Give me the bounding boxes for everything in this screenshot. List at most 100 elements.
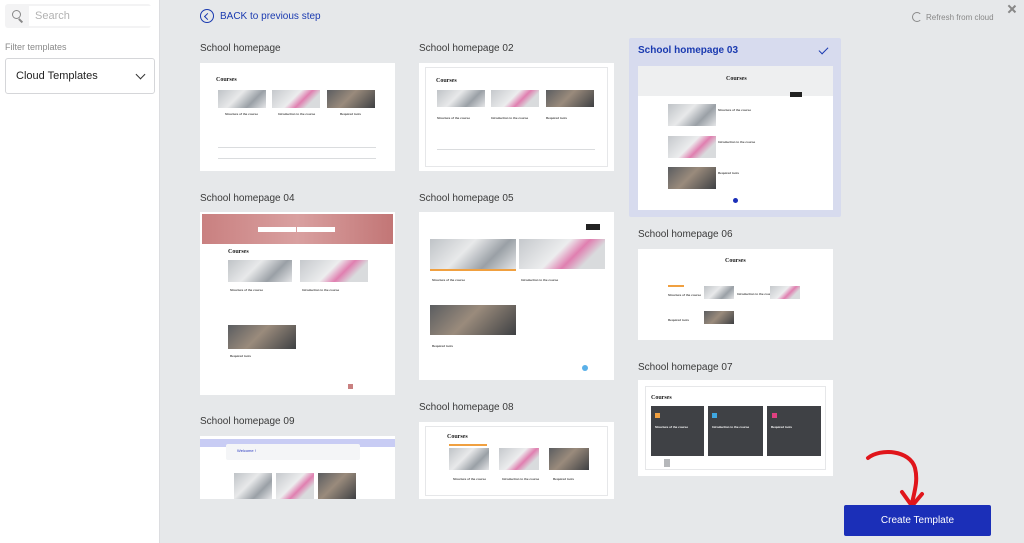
thumb-course-title: Structure of the course — [432, 278, 466, 282]
thumb-image — [549, 448, 589, 470]
thumb-course-title: Structure of the course — [225, 112, 259, 116]
thumb-image — [491, 90, 539, 107]
thumb-image — [318, 473, 356, 499]
thumb-course-title: Required tools — [668, 318, 690, 322]
template-thumbnail: Courses Structure of the course Introduc… — [638, 380, 833, 476]
template-gallery: BACK to previous step Refresh from cloud… — [160, 0, 1024, 543]
thumb-course-title: Required tools — [230, 354, 252, 358]
back-button[interactable]: BACK to previous step — [200, 9, 321, 23]
refresh-button[interactable]: Refresh from cloud — [912, 12, 994, 22]
create-template-button[interactable]: Create Template — [844, 505, 991, 536]
thumb-heading: Courses — [447, 434, 468, 440]
close-icon[interactable] — [1006, 4, 1018, 16]
thumb-course-title: Introduction to the course — [718, 140, 756, 144]
thumb-page-dot — [733, 198, 738, 203]
thumb-course-title: Introduction to the course — [278, 112, 316, 116]
thumb-badge — [655, 413, 660, 418]
thumb-page-btn — [348, 384, 353, 389]
thumb-image — [234, 473, 272, 499]
template-card-school-homepage-05[interactable]: School homepage 05 Structure of the cour… — [419, 193, 615, 380]
template-card-school-homepage-06[interactable]: School homepage 06 Courses Structure of … — [638, 229, 834, 340]
refresh-icon — [912, 12, 922, 22]
filter-label: Filter templates — [5, 42, 67, 52]
refresh-label: Refresh from cloud — [926, 12, 994, 22]
check-icon — [818, 44, 829, 55]
thumb-heading: Courses — [436, 78, 457, 84]
thumb-search-btn — [790, 92, 802, 97]
thumb-course-title: Required tools — [771, 425, 793, 429]
thumb-image — [437, 90, 485, 107]
search-icon — [10, 8, 26, 24]
thumb-page-btn — [664, 459, 670, 467]
thumb-badge — [712, 413, 717, 418]
thumb-accent-bar — [668, 285, 684, 287]
thumb-divider — [437, 149, 595, 150]
template-title: School homepage 02 — [419, 43, 514, 54]
back-label: BACK to previous step — [220, 10, 321, 22]
thumb-image — [519, 239, 605, 269]
thumb-image — [668, 104, 716, 126]
thumb-course-title: Introduction to the course — [302, 288, 340, 292]
template-source-select[interactable]: Cloud Templates — [5, 58, 155, 94]
chevron-down-icon — [135, 69, 146, 79]
template-card-school-homepage-07[interactable]: School homepage 07 Courses Structure of … — [638, 362, 834, 476]
thumb-course-title: Required tools — [546, 116, 568, 120]
thumb-image — [300, 260, 368, 282]
template-card-school-homepage-02[interactable]: School homepage 02 Courses Structure of … — [419, 43, 615, 171]
thumb-search-field — [297, 227, 335, 232]
thumb-image — [704, 286, 734, 299]
template-source-value: Cloud Templates — [16, 70, 98, 82]
template-title: School homepage 04 — [200, 193, 295, 204]
template-card-school-homepage-04[interactable]: School homepage 04 Courses Structure of … — [200, 193, 396, 395]
thumb-image — [276, 473, 314, 499]
template-title: School homepage 09 — [200, 416, 295, 427]
template-title: School homepage 08 — [419, 402, 514, 413]
thumb-course-title: Introduction to the course — [521, 278, 559, 282]
thumb-image — [770, 286, 800, 299]
template-thumbnail: Courses Structure of the course Introduc… — [638, 249, 833, 340]
thumb-divider — [218, 147, 376, 148]
template-card-school-homepage[interactable]: School homepage Courses Structure of the… — [200, 43, 396, 171]
thumb-badge — [772, 413, 777, 418]
thumb-course-title: Structure of the course — [453, 477, 487, 481]
thumb-image — [499, 448, 539, 470]
thumb-image — [228, 325, 296, 349]
search-input[interactable] — [29, 6, 151, 26]
sidebar: Filter templates Cloud Templates — [0, 0, 160, 543]
thumb-course-title: Structure of the course — [668, 293, 702, 297]
template-thumbnail: Courses Structure of the course Introduc… — [419, 63, 614, 171]
template-title: School homepage 03 — [638, 45, 739, 56]
template-title: School homepage 06 — [638, 229, 733, 240]
template-thumbnail: Courses Structure of the course Introduc… — [419, 422, 614, 499]
thumb-course-title: Introduction to the course — [737, 292, 775, 296]
thumb-course-title: Required tools — [553, 477, 575, 481]
annotation-arrow — [866, 450, 924, 508]
thumb-image — [704, 311, 734, 324]
thumb-image — [327, 90, 375, 108]
template-title: School homepage — [200, 43, 281, 54]
thumb-image — [668, 167, 716, 189]
thumb-course-title: Introduction to the course — [502, 477, 540, 481]
thumb-image — [668, 136, 716, 158]
thumb-heading: Courses — [725, 258, 746, 264]
thumb-course-title: Structure of the course — [718, 108, 752, 112]
thumb-image — [430, 305, 516, 335]
template-card-school-homepage-08[interactable]: School homepage 08 Courses Structure of … — [419, 402, 615, 499]
template-thumbnail: Structure of the course Introduction to … — [419, 212, 614, 380]
thumb-heading: Courses — [228, 249, 249, 255]
thumb-heading: Courses — [216, 77, 237, 83]
template-thumbnail: Courses Structure of the course Introduc… — [200, 63, 395, 171]
thumb-image — [449, 448, 489, 470]
thumb-accent-bar — [430, 269, 516, 271]
thumb-image — [228, 260, 292, 282]
thumb-course-title: Structure of the course — [437, 116, 471, 120]
thumb-course-title: Required tools — [432, 344, 454, 348]
thumb-heading: Courses — [651, 395, 672, 401]
template-card-school-homepage-03[interactable]: School homepage 03 Courses Structure of … — [629, 38, 841, 217]
thumb-welcome: Welcome ! — [237, 448, 256, 453]
thumb-course-title: Structure of the course — [230, 288, 264, 292]
thumb-course-title: Introduction to the course — [712, 425, 750, 429]
template-card-school-homepage-09[interactable]: School homepage 09 Welcome ! — [200, 416, 396, 499]
thumb-search-field — [258, 227, 296, 232]
thumb-accent-bar — [449, 444, 487, 446]
